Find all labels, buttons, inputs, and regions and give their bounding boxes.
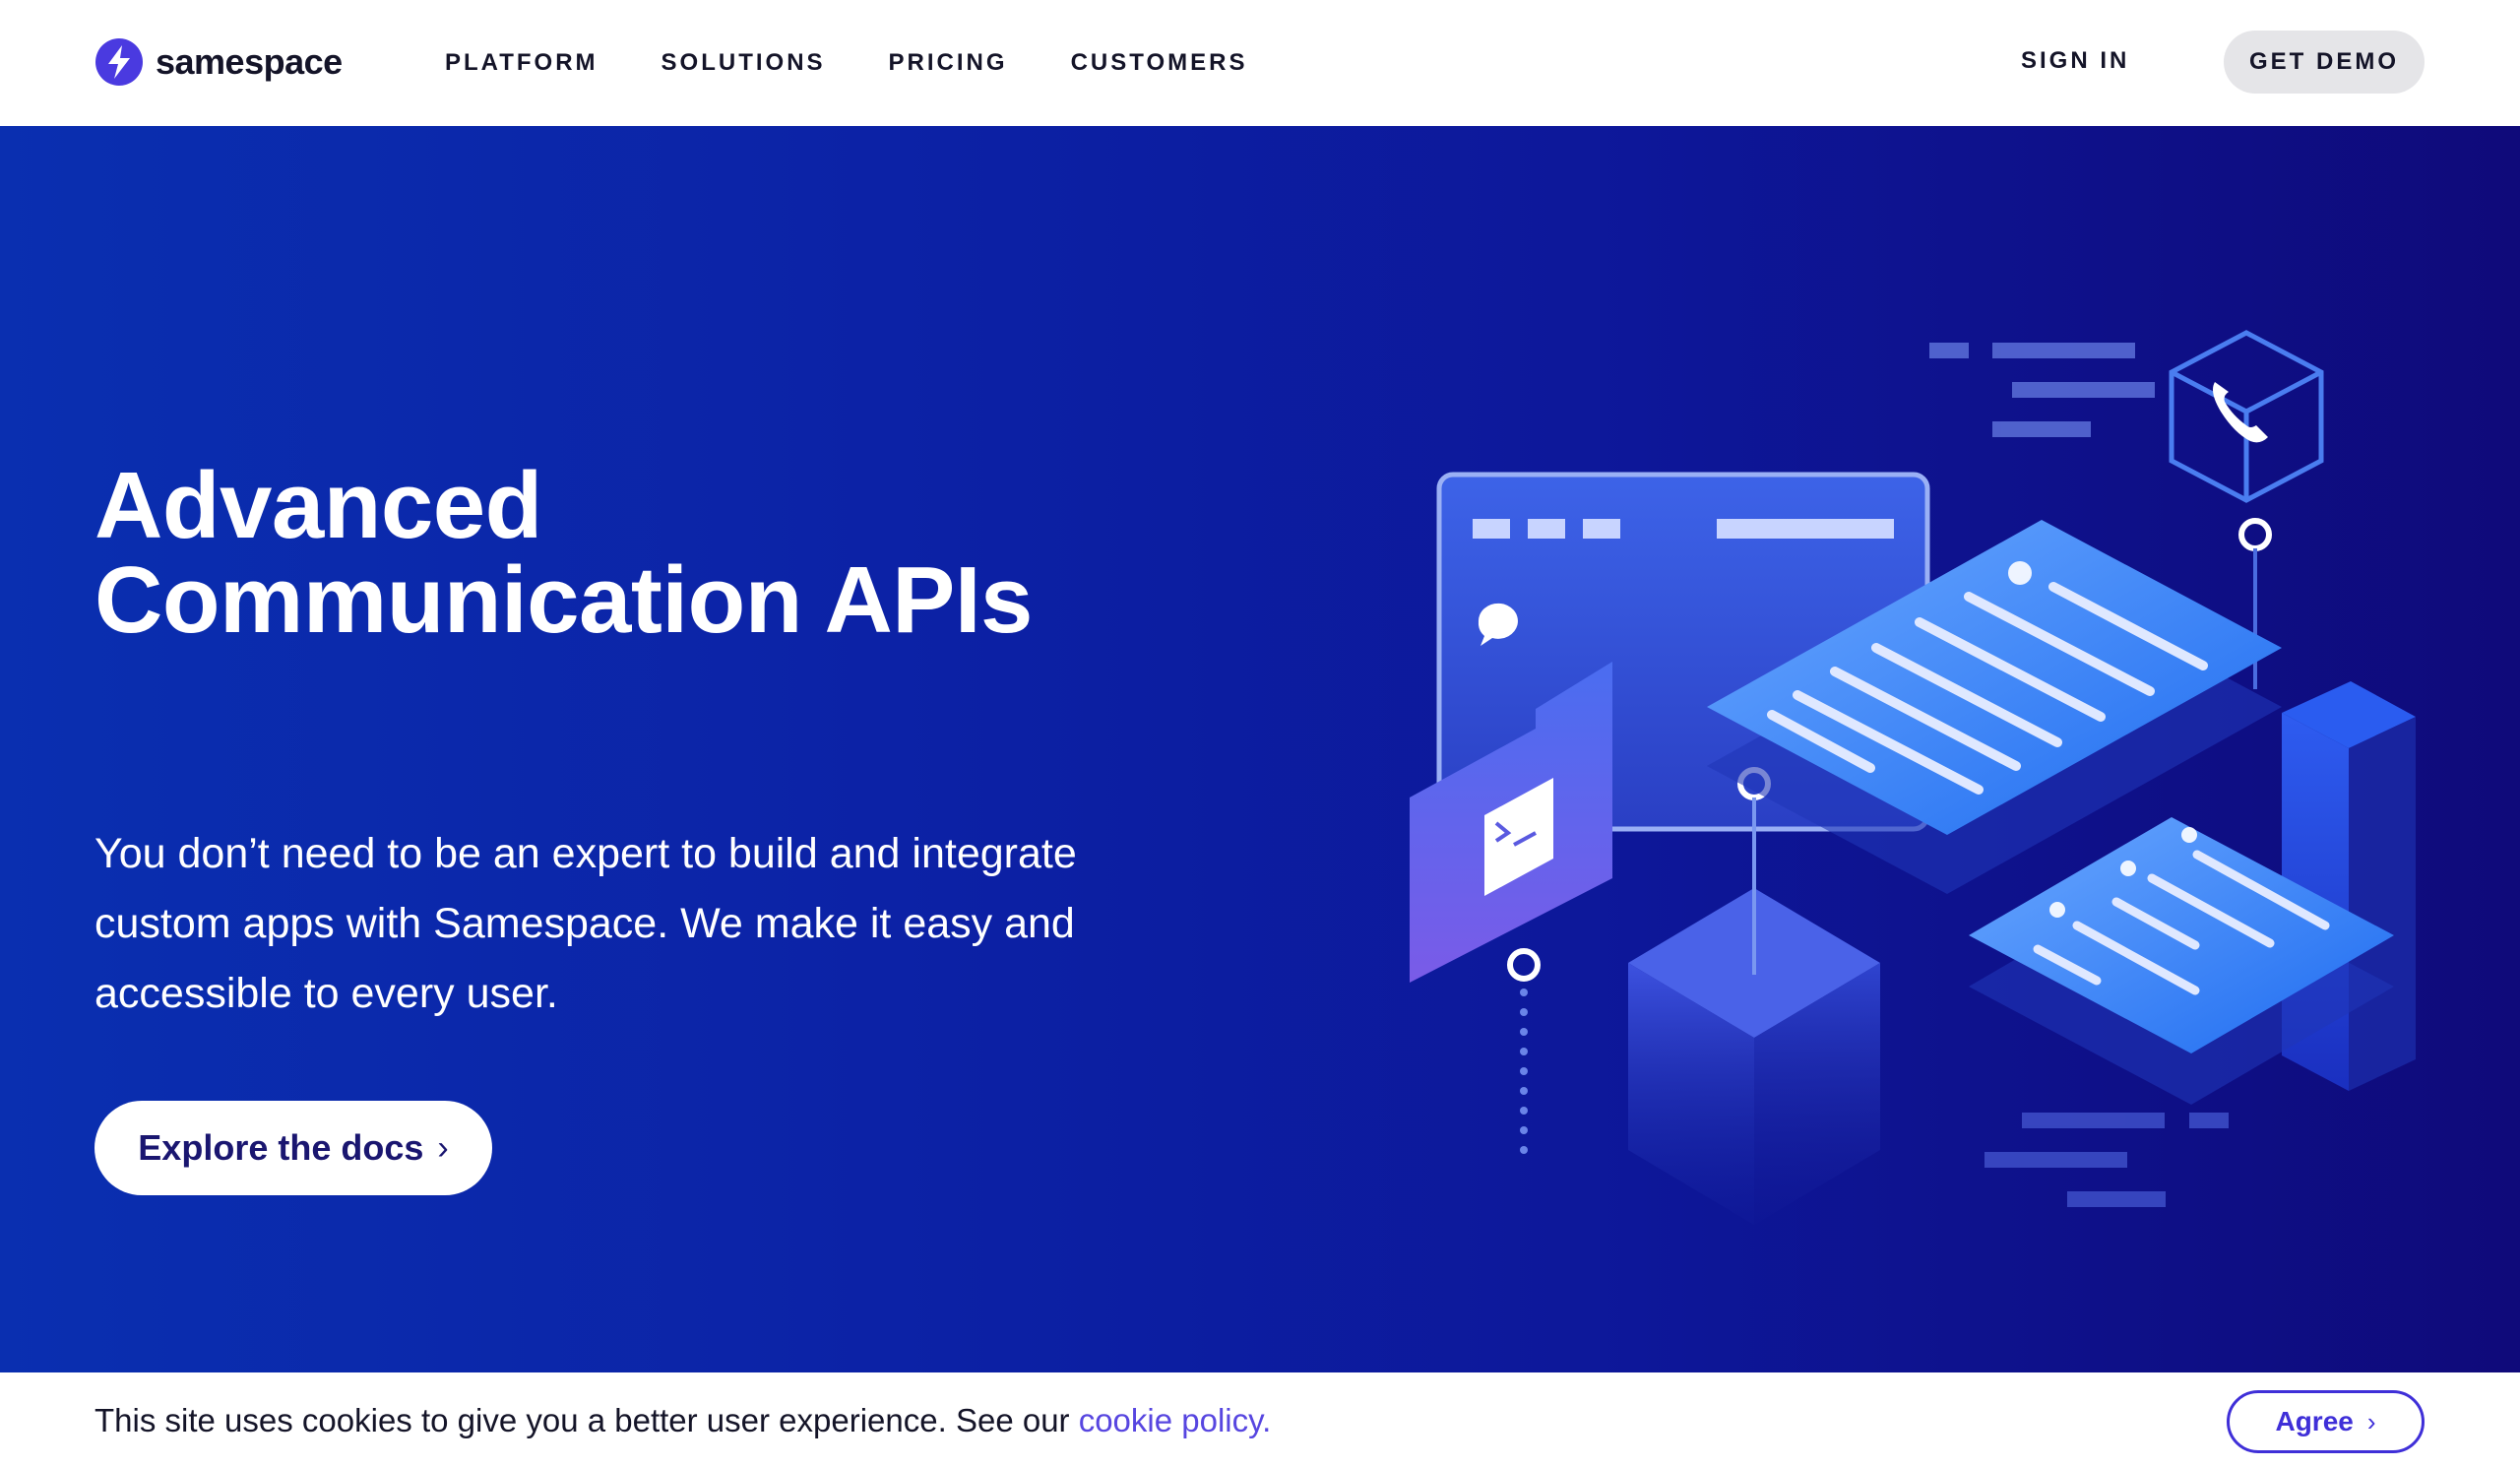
hero-title: Advanced Communication APIs — [94, 459, 1177, 648]
hero-subtitle: You don’t need to be an expert to build … — [94, 830, 1077, 1017]
hero-section: Advanced Communication APIs You don’t ne… — [0, 126, 2520, 1372]
cookie-text: This site uses cookies to give you a bet… — [94, 1402, 1079, 1438]
nav-solutions[interactable]: SOLUTIONS — [662, 49, 826, 77]
explore-docs-button[interactable]: Explore the docs › — [94, 1101, 492, 1195]
agree-button[interactable]: Agree › — [2227, 1390, 2425, 1453]
get-demo-button[interactable]: GET DEMO — [2224, 31, 2425, 94]
chevron-right-icon: › — [437, 1128, 449, 1167]
hero-title-line-2: Communication APIs — [94, 547, 1033, 653]
nav-platform[interactable]: PLATFORM — [445, 49, 598, 77]
connector-left — [1507, 948, 1541, 1154]
code-lines-top — [1929, 343, 2155, 437]
nav-customers[interactable]: CUSTOMERS — [1071, 49, 1248, 77]
nav-pricing[interactable]: PRICING — [889, 49, 1008, 77]
explore-docs-label: Explore the docs — [138, 1127, 424, 1168]
logo-text: samespace — [156, 41, 343, 82]
sign-in-link[interactable]: SIGN IN — [2021, 47, 2129, 75]
samespace-logo[interactable]: samespace — [94, 37, 343, 87]
cookie-banner: This site uses cookies to give you a bet… — [0, 1372, 2520, 1467]
cookie-policy-link[interactable]: cookie policy. — [1079, 1402, 1272, 1438]
code-lines-bottom — [1984, 1113, 2229, 1207]
agree-label: Agree — [2275, 1406, 2354, 1436]
site-header: samespace PLATFORM SOLUTIONS PRICING CUS… — [0, 0, 2520, 126]
samespace-logo-icon — [95, 38, 143, 86]
cookie-message: This site uses cookies to give you a bet… — [94, 1402, 1271, 1439]
main-nav: PLATFORM SOLUTIONS PRICING CUSTOMERS — [445, 0, 1310, 126]
hero-title-line-1: Advanced — [94, 453, 542, 558]
chevron-right-icon: › — [2366, 1406, 2376, 1436]
